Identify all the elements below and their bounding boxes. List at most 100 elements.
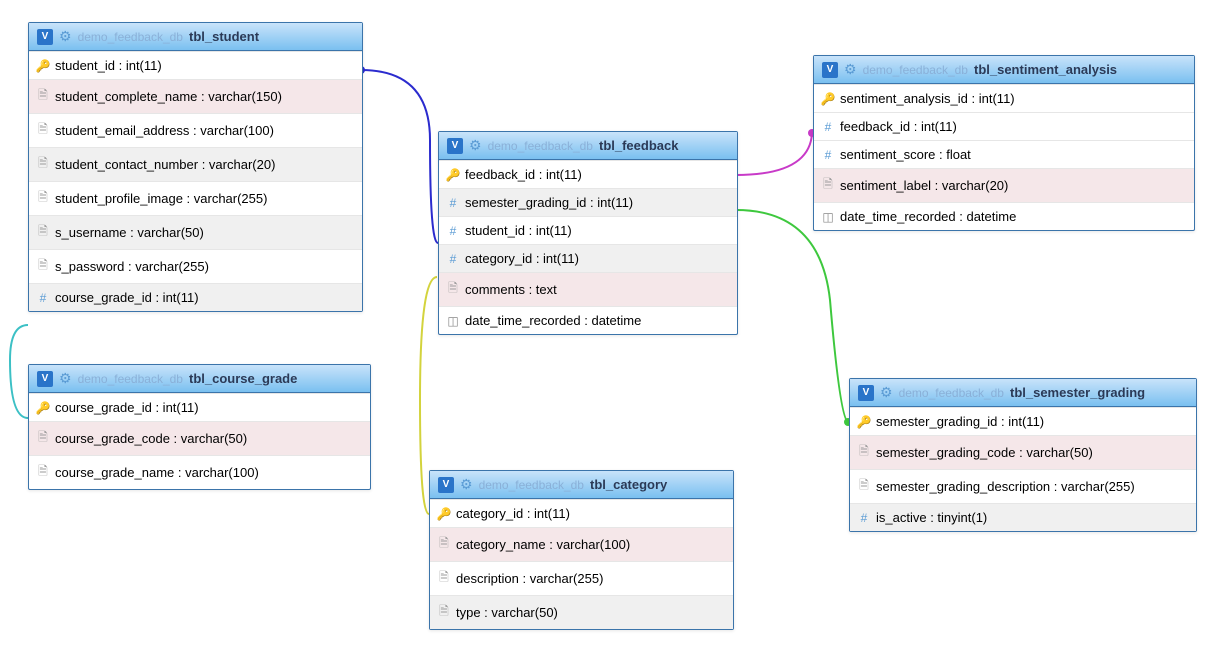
text-col-icon: 🗎 [37, 120, 49, 141]
column-row[interactable]: 🗎type : varchar(50) [430, 595, 733, 629]
column-list: 🔑feedback_id : int(11)#semester_grading_… [439, 160, 737, 334]
view-icon: V [37, 29, 53, 45]
index-icon: # [822, 148, 834, 162]
column-row[interactable]: #category_id : int(11) [439, 244, 737, 272]
db-label: demo_feedback_db [899, 386, 1004, 400]
gear-icon[interactable]: ⚙ [844, 61, 857, 78]
table-feedback[interactable]: V ⚙ demo_feedback_db tbl_feedback 🔑feedb… [438, 131, 738, 335]
column-def: s_password : varchar(255) [55, 259, 209, 274]
column-row[interactable]: # sentiment_score : float [814, 140, 1194, 168]
column-def: sentiment_analysis_id : int(11) [840, 91, 1015, 106]
column-def: sentiment_label : varchar(20) [840, 178, 1008, 193]
table-header[interactable]: V ⚙ demo_feedback_db tbl_semester_gradin… [850, 379, 1196, 407]
column-def: semester_grading_code : varchar(50) [876, 445, 1093, 460]
column-def: category_id : int(11) [465, 251, 579, 266]
column-row[interactable]: 🗎description : varchar(255) [430, 561, 733, 595]
column-def: sentiment_score : float [840, 147, 971, 162]
gear-icon[interactable]: ⚙ [460, 476, 473, 493]
column-def: category_name : varchar(100) [456, 537, 630, 552]
column-def: student_id : int(11) [465, 223, 572, 238]
column-row[interactable]: 🗎 semester_grading_code : varchar(50) [850, 435, 1196, 469]
text-col-icon: 🗎 [447, 279, 459, 300]
view-icon: V [37, 371, 53, 387]
column-row[interactable]: ◫date_time_recorded : datetime [439, 306, 737, 334]
text-col-icon: 🗎 [37, 428, 49, 449]
column-row[interactable]: 🔑semester_grading_id : int(11) [850, 407, 1196, 435]
gear-icon[interactable]: ⚙ [469, 137, 482, 154]
table-semester-grading[interactable]: V ⚙ demo_feedback_db tbl_semester_gradin… [849, 378, 1197, 532]
column-def: category_id : int(11) [456, 506, 570, 521]
column-row[interactable]: #semester_grading_id : int(11) [439, 188, 737, 216]
column-row[interactable]: 🗎s_username : varchar(50) [29, 215, 362, 249]
table-header[interactable]: V ⚙ demo_feedback_db tbl_category [430, 471, 733, 499]
column-row[interactable]: 🗎semester_grading_description : varchar(… [850, 469, 1196, 503]
db-label: demo_feedback_db [488, 139, 593, 153]
column-def: semester_grading_description : varchar(2… [876, 479, 1135, 494]
text-col-icon: 🗎 [37, 462, 49, 483]
gear-icon[interactable]: ⚙ [59, 28, 72, 45]
datetime-icon: ◫ [822, 210, 834, 224]
column-def: date_time_recorded : datetime [840, 209, 1016, 224]
index-icon: # [447, 224, 459, 238]
view-icon: V [447, 138, 463, 154]
primary-key-icon: 🔑 [438, 507, 450, 521]
table-header[interactable]: V ⚙ demo_feedback_db tbl_student [29, 23, 362, 51]
column-row[interactable]: # student_id : int(11) [439, 216, 737, 244]
column-row[interactable]: 🗎 course_grade_code : varchar(50) [29, 421, 370, 455]
table-header[interactable]: V ⚙ demo_feedback_db tbl_sentiment_analy… [814, 56, 1194, 84]
column-row[interactable]: 🗎category_name : varchar(100) [430, 527, 733, 561]
column-row[interactable]: 🔑 category_id : int(11) [430, 499, 733, 527]
db-label: demo_feedback_db [78, 30, 183, 44]
index-icon: # [37, 291, 49, 305]
table-name: tbl_sentiment_analysis [974, 62, 1117, 77]
column-row[interactable]: 🗎 sentiment_label : varchar(20) [814, 168, 1194, 202]
column-list: 🔑category_id : int(11)🗎category_name : v… [430, 499, 733, 629]
column-def: feedback_id : int(11) [840, 119, 957, 134]
table-header[interactable]: V ⚙ demo_feedback_db tbl_feedback [439, 132, 737, 160]
column-row[interactable]: 🗎 student_email_address : varchar(100) [29, 113, 362, 147]
column-row[interactable]: #feedback_id : int(11) [814, 112, 1194, 140]
table-category[interactable]: V ⚙ demo_feedback_db tbl_category 🔑 categ… [429, 470, 734, 630]
gear-icon[interactable]: ⚙ [59, 370, 72, 387]
text-col-icon: 🗎 [438, 568, 450, 589]
text-col-icon: 🗎 [822, 175, 834, 196]
text-col-icon: 🗎 [858, 442, 870, 463]
column-def: semester_grading_id : int(11) [465, 195, 633, 210]
view-icon: V [858, 385, 874, 401]
table-name: tbl_category [590, 477, 667, 492]
table-student[interactable]: V ⚙ demo_feedback_db tbl_student 🔑studen… [28, 22, 363, 312]
text-col-icon: 🗎 [438, 602, 450, 623]
index-icon: # [858, 511, 870, 525]
table-name: tbl_student [189, 29, 259, 44]
column-list: 🔑course_grade_id : int(11) 🗎 course_grade_… [29, 393, 370, 489]
view-icon: V [438, 477, 454, 493]
column-row[interactable]: #course_grade_id : int(11) [29, 283, 362, 311]
gear-icon[interactable]: ⚙ [880, 384, 893, 401]
column-def: course_grade_code : varchar(50) [55, 431, 247, 446]
column-row[interactable]: ◫ date_time_recorded : datetime [814, 202, 1194, 230]
column-row[interactable]: 🔑student_id : int(11) [29, 51, 362, 79]
column-row[interactable]: 🔑course_grade_id : int(11) [29, 393, 370, 421]
column-row[interactable]: 🗎student_contact_number : varchar(20) [29, 147, 362, 181]
table-header[interactable]: V ⚙ demo_feedback_db tbl_course_grade [29, 365, 370, 393]
view-icon: V [822, 62, 838, 78]
table-name: tbl_semester_grading [1010, 385, 1145, 400]
column-def: student_contact_number : varchar(20) [55, 157, 275, 172]
column-def: course_grade_id : int(11) [55, 400, 199, 415]
column-row[interactable]: 🗎student_profile_image : varchar(255) [29, 181, 362, 215]
db-label: demo_feedback_db [863, 63, 968, 77]
column-row[interactable]: 🔑feedback_id : int(11) [439, 160, 737, 188]
column-row[interactable]: 🔑sentiment_analysis_id : int(11) [814, 84, 1194, 112]
column-def: student_id : int(11) [55, 58, 162, 73]
column-row[interactable]: 🗎comments : text [439, 272, 737, 306]
db-label: demo_feedback_db [78, 372, 183, 386]
column-row[interactable]: 🗎s_password : varchar(255) [29, 249, 362, 283]
column-def: course_grade_name : varchar(100) [55, 465, 259, 480]
table-course-grade[interactable]: V ⚙ demo_feedback_db tbl_course_grade 🔑c… [28, 364, 371, 490]
column-def: student_email_address : varchar(100) [55, 123, 274, 138]
column-list: 🔑student_id : int(11)🗎student_complete_n… [29, 51, 362, 311]
column-row[interactable]: #is_active : tinyint(1) [850, 503, 1196, 531]
table-sentiment-analysis[interactable]: V ⚙ demo_feedback_db tbl_sentiment_analy… [813, 55, 1195, 231]
column-row[interactable]: 🗎student_complete_name : varchar(150) [29, 79, 362, 113]
column-row[interactable]: 🗎 course_grade_name : varchar(100) [29, 455, 370, 489]
